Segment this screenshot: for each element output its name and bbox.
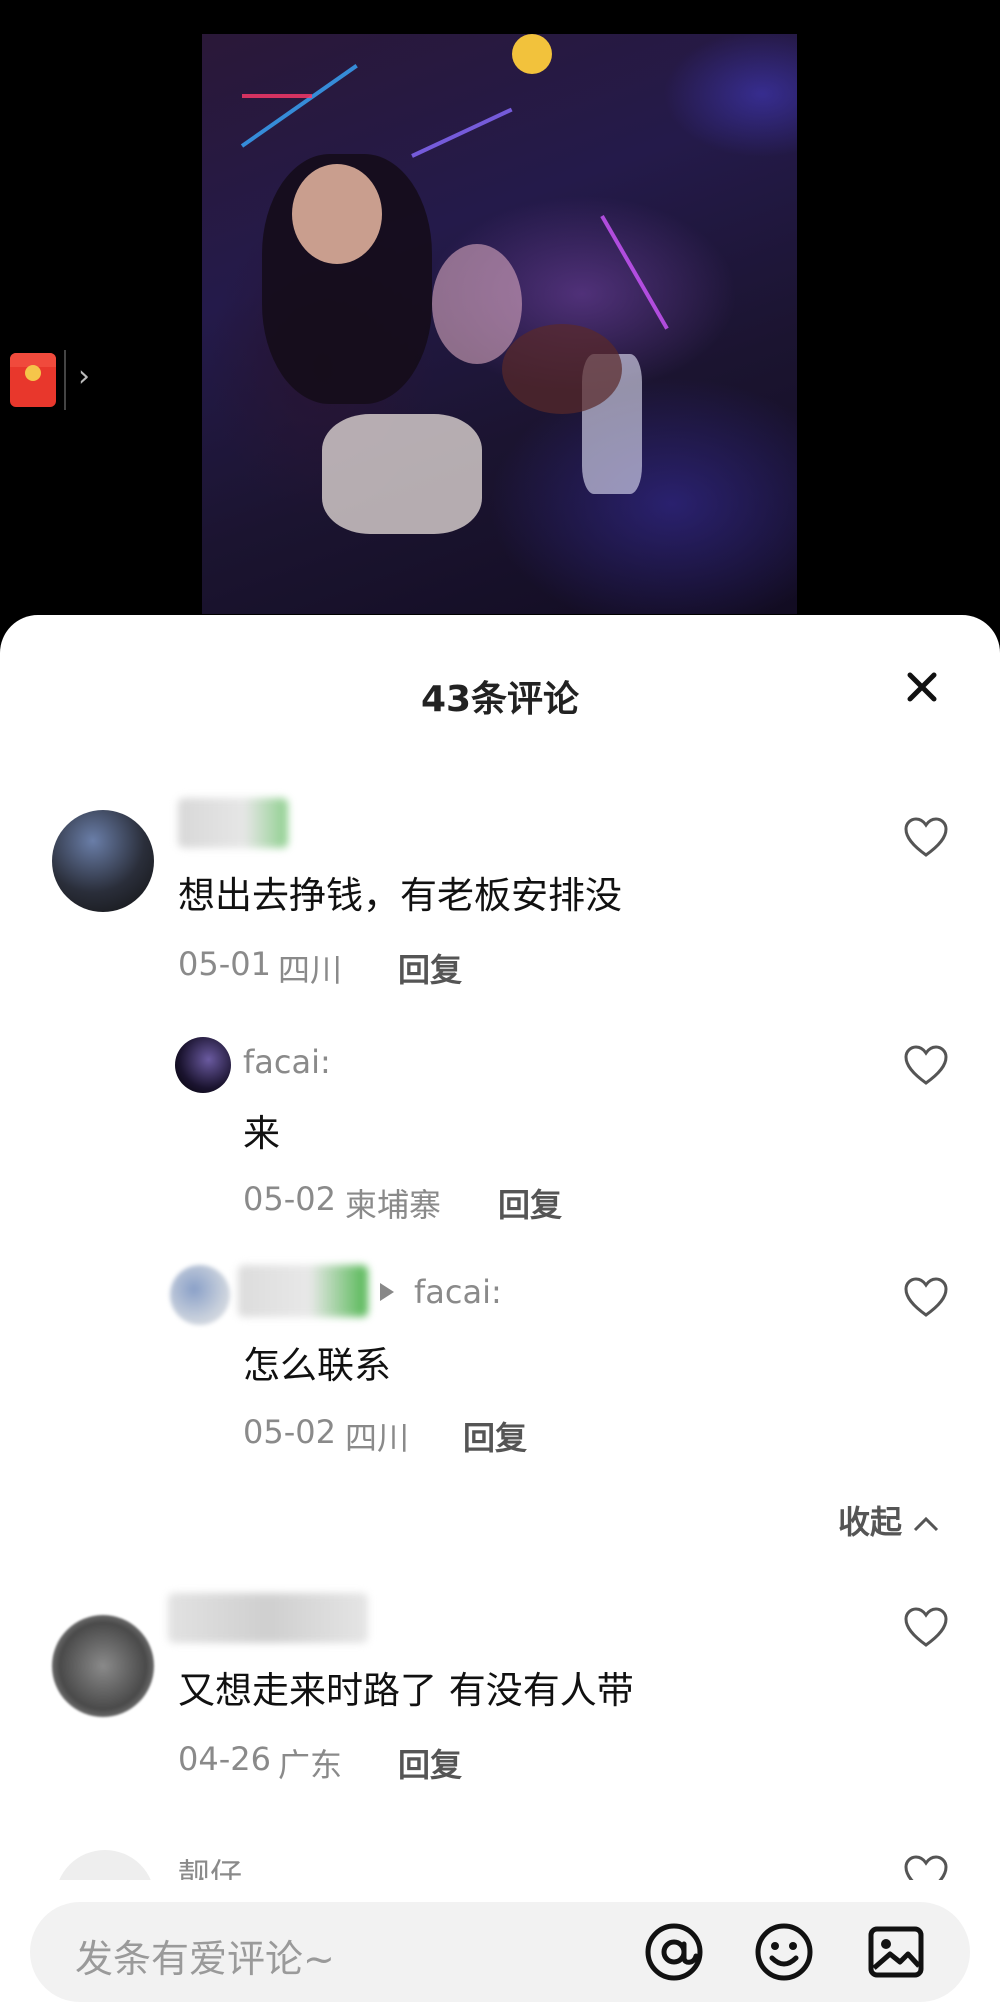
comment-date: 05-02 [243,1413,336,1451]
comment-location: 广东 [278,1746,343,1784]
neon-beam [600,215,669,330]
comment-location: 四川 [345,1419,410,1457]
reply-button[interactable]: 回复 [398,1740,462,1786]
play-triangle-icon [380,1283,394,1301]
person-face [292,164,382,264]
legs-shape [322,414,482,534]
person-silhouette [432,244,522,364]
avatar[interactable] [170,1265,230,1325]
avatar[interactable] [52,810,154,912]
comment-location: 四川 [278,951,343,989]
red-packet-seal [25,365,41,381]
comment-text: 怎么联系 [243,1344,391,1387]
comment-input-placeholder[interactable]: 发条有爱评论~ [75,1928,335,1983]
reply-button[interactable]: 回复 [398,945,462,991]
collapse-label: 收起 [837,1503,902,1541]
neon-beam [242,94,312,98]
heart-icon[interactable] [902,815,950,859]
chevron-right-icon[interactable]: › [78,362,90,392]
comments-title: 43条评论 [420,679,580,720]
divider [64,350,66,410]
reply-target-username[interactable]: facai: [414,1273,502,1311]
reply-username[interactable]: facai: [243,1043,331,1081]
reply-button[interactable]: 回复 [498,1180,562,1226]
comments-sheet: 43条评论 想出去挣钱，有老板安排没 05-01 四川 回复 facai: 来 … [0,615,1000,2010]
comment-location: 柬埔寨 [345,1186,442,1224]
comment-date: 04-26 [178,1740,271,1778]
comment-text: 想出去挣钱，有老板安排没 [178,874,622,917]
bowl-shape [502,324,622,414]
neon-beam [411,107,513,158]
avatar[interactable] [52,1615,154,1717]
neon-beam [240,64,358,148]
heart-icon[interactable] [902,1275,950,1319]
comment-date: 05-01 [178,945,271,983]
close-icon[interactable] [900,665,944,709]
red-packet-icon[interactable] [10,353,56,407]
video-area[interactable]: › [0,0,1000,640]
comment-text: 来 [243,1112,280,1155]
chevron-up-icon [912,1503,940,1541]
video-frame-image[interactable] [202,34,797,614]
heart-icon[interactable] [902,1043,950,1087]
collapse-replies-button[interactable]: 收起 [838,1497,940,1543]
comment-input-bar: 发条有爱评论~ [0,1880,1000,2010]
reply-button[interactable]: 回复 [463,1413,527,1459]
emoji-icon[interactable] [752,1920,816,1984]
comment-date: 05-02 [243,1180,336,1218]
comment-input[interactable]: 发条有爱评论~ [30,1902,970,2002]
at-icon[interactable] [642,1920,706,1984]
username-blurred[interactable] [178,798,288,848]
username-blurred[interactable] [238,1265,368,1317]
balloon-light [512,34,552,74]
avatar[interactable] [175,1037,231,1093]
comment-text: 又想走来时路了 有没有人带 [178,1669,634,1712]
heart-icon[interactable] [902,1605,950,1649]
image-icon[interactable] [864,1920,928,1984]
username-blurred[interactable] [168,1593,368,1643]
